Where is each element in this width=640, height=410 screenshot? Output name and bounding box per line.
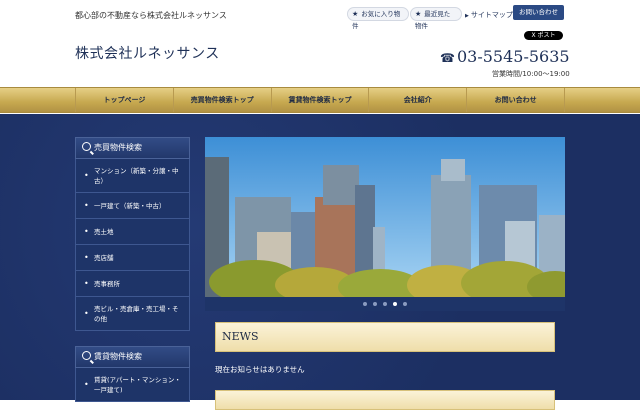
company-logo[interactable]: 株式会社ルネッサンス — [75, 43, 220, 63]
sidebar-item-mansion[interactable]: マンション（新築・分譲・中古） — [75, 159, 190, 193]
hero-slider-image — [205, 137, 565, 297]
sitemap-label: サイトマップ — [470, 11, 513, 19]
favorites-button[interactable]: ★ お気に入り物件 — [347, 7, 409, 30]
sale-search-title: 売買物件検索 — [94, 143, 142, 152]
nav-item-top[interactable]: トップページ — [75, 88, 173, 112]
sidebar-item-building[interactable]: 売ビル・売倉庫・売工場・その他 — [75, 297, 190, 331]
site-header: 都心部の不動産なら株式会社ルネッサンス 株式会社ルネッサンス ★ お気に入り物件 … — [0, 0, 640, 87]
rent-search-title: 賃貸物件検索 — [94, 352, 142, 361]
main-nav: トップページ 売買物件検索トップ 賃貸物件検索トップ 会社紹介 お問い合わせ — [0, 87, 640, 113]
news-body: 現在お知らせはありません — [215, 365, 305, 374]
news-heading: NEWS — [215, 322, 555, 352]
slider-dot-active[interactable] — [393, 302, 397, 306]
x-post-button[interactable]: X ポスト — [524, 31, 563, 40]
sidebar-item-land[interactable]: 売土地 — [75, 219, 190, 245]
slider-dot[interactable] — [373, 302, 377, 306]
search-icon — [82, 142, 91, 151]
section-heading — [215, 390, 555, 410]
star-icon: ★ — [352, 10, 359, 18]
recent-viewed-button[interactable]: ★ 最近見た物件 — [410, 7, 462, 30]
arrow-right-icon: ▶ — [465, 13, 469, 19]
sidebar-item-rental[interactable]: 賃貸(アパート・マンション・一戸建て) — [75, 368, 190, 402]
sidebar-item-office[interactable]: 売事務所 — [75, 271, 190, 297]
slider-dot[interactable] — [363, 302, 367, 306]
slider-dot[interactable] — [403, 302, 407, 306]
phone-number: ☎ 03-5545-5635 — [440, 47, 570, 66]
main-content: 売買物件検索 マンション（新築・分譲・中古） 一戸建て（新築・中古） 売土地 売… — [0, 114, 640, 410]
nav-item-rent-search[interactable]: 賃貸物件検索トップ — [270, 88, 369, 112]
slider-pagination — [205, 297, 565, 311]
city-skyline-image — [205, 137, 565, 297]
rent-search-heading[interactable]: 賃貸物件検索 — [75, 346, 190, 368]
nav-item-contact[interactable]: お問い合わせ — [466, 88, 565, 112]
sidebar-item-house[interactable]: 一戸建て（新築・中古） — [75, 193, 190, 219]
site-tagline: 都心部の不動産なら株式会社ルネッサンス — [75, 11, 227, 20]
business-hours: 営業時間/10:00〜19:00 — [492, 70, 570, 78]
sale-search-heading[interactable]: 売買物件検索 — [75, 137, 190, 159]
slider-dot[interactable] — [383, 302, 387, 306]
favorites-label: お気に入り物件 — [352, 10, 401, 30]
star-icon: ★ — [415, 10, 422, 18]
nav-item-company[interactable]: 会社紹介 — [368, 88, 466, 112]
phone-text: 03-5545-5635 — [456, 47, 570, 66]
nav-item-sale-search[interactable]: 売買物件検索トップ — [172, 88, 271, 112]
sidebar-item-store[interactable]: 売店舗 — [75, 245, 190, 271]
phone-icon: ☎ — [440, 51, 455, 65]
sidebar: 売買物件検索 マンション（新築・分譲・中古） 一戸建て（新築・中古） 売土地 売… — [75, 137, 190, 402]
sitemap-link[interactable]: ▶ サイトマップ — [465, 10, 513, 20]
contact-button[interactable]: お問い合わせ — [513, 5, 564, 20]
search-icon — [82, 351, 91, 360]
